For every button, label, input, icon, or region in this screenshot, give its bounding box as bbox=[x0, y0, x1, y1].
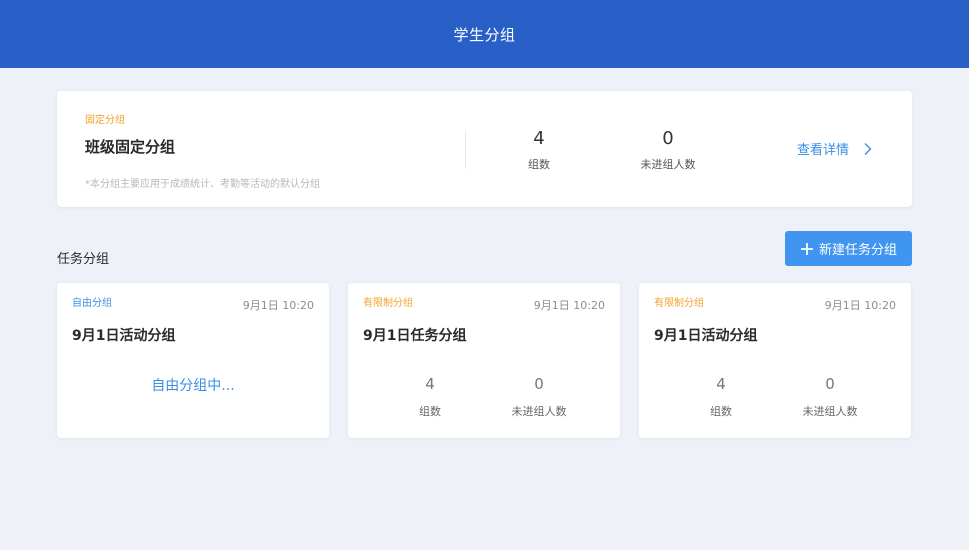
restricted-group-tag: 有限制分组 bbox=[654, 298, 704, 309]
chevron-right-icon bbox=[861, 142, 875, 156]
group-count-value: 4 bbox=[533, 128, 545, 149]
task-section-title: 任务分组 bbox=[57, 252, 110, 267]
card-time: 9月1日 10:20 bbox=[824, 299, 896, 312]
fixed-group-tag: 固定分组 bbox=[85, 115, 125, 126]
card-time: 9月1日 10:20 bbox=[533, 299, 605, 312]
view-details-label: 查看详情 bbox=[797, 143, 850, 158]
task-group-card[interactable]: 有限制分组 9月1日 10:20 9月1日任务分组 4 组数 0 未进组人数 bbox=[348, 283, 620, 438]
plus-icon bbox=[800, 242, 814, 256]
ungrouped-count-stat: 0 未进组人数 bbox=[479, 373, 599, 419]
restricted-group-tag: 有限制分组 bbox=[363, 298, 413, 309]
card-title: 9月1日活动分组 bbox=[654, 328, 758, 344]
ungrouped-count-value: 0 bbox=[534, 375, 544, 393]
page-title: 学生分组 bbox=[453, 25, 516, 44]
view-details-link[interactable]: 查看详情 bbox=[797, 139, 875, 158]
grouping-status: 自由分组中... bbox=[151, 378, 235, 394]
free-group-tag: 自由分组 bbox=[72, 298, 112, 309]
card-divider bbox=[465, 131, 466, 169]
fixed-group-card: 固定分组 班级固定分组 *本分组主要应用于成绩统计、考勤等活动的默认分组 4 组… bbox=[57, 91, 912, 207]
fixed-group-title: 班级固定分组 bbox=[85, 138, 176, 156]
task-group-card[interactable]: 自由分组 9月1日 10:20 9月1日活动分组 自由分组中... bbox=[57, 283, 329, 438]
card-time: 9月1日 10:20 bbox=[242, 299, 314, 312]
ungrouped-count-value: 0 bbox=[825, 375, 835, 393]
ungrouped-count-label: 未进组人数 bbox=[640, 158, 696, 171]
group-count-label: 组数 bbox=[419, 405, 441, 418]
ungrouped-count-label: 未进组人数 bbox=[802, 405, 858, 418]
ungrouped-count-label: 未进组人数 bbox=[511, 405, 567, 418]
group-count-stat: 4 组数 bbox=[370, 373, 490, 419]
group-count-stat: 4 组数 bbox=[479, 128, 599, 172]
task-group-card[interactable]: 有限制分组 9月1日 10:20 9月1日活动分组 4 组数 0 未进组人数 bbox=[639, 283, 911, 438]
new-task-group-button[interactable]: 新建任务分组 bbox=[785, 231, 912, 266]
fixed-group-note: *本分组主要应用于成绩统计、考勤等活动的默认分组 bbox=[85, 179, 320, 190]
group-count-value: 4 bbox=[425, 375, 435, 393]
ungrouped-count-stat: 0 未进组人数 bbox=[608, 128, 728, 172]
group-count-value: 4 bbox=[716, 375, 726, 393]
group-count-label: 组数 bbox=[528, 158, 550, 171]
new-task-group-label: 新建任务分组 bbox=[818, 243, 897, 258]
ungrouped-count-stat: 0 未进组人数 bbox=[770, 373, 890, 419]
group-count-stat: 4 组数 bbox=[661, 373, 781, 419]
card-title: 9月1日活动分组 bbox=[72, 328, 176, 344]
card-title: 9月1日任务分组 bbox=[363, 328, 467, 344]
ungrouped-count-value: 0 bbox=[662, 128, 674, 149]
page-header: 学生分组 bbox=[0, 0, 969, 68]
group-count-label: 组数 bbox=[710, 405, 732, 418]
